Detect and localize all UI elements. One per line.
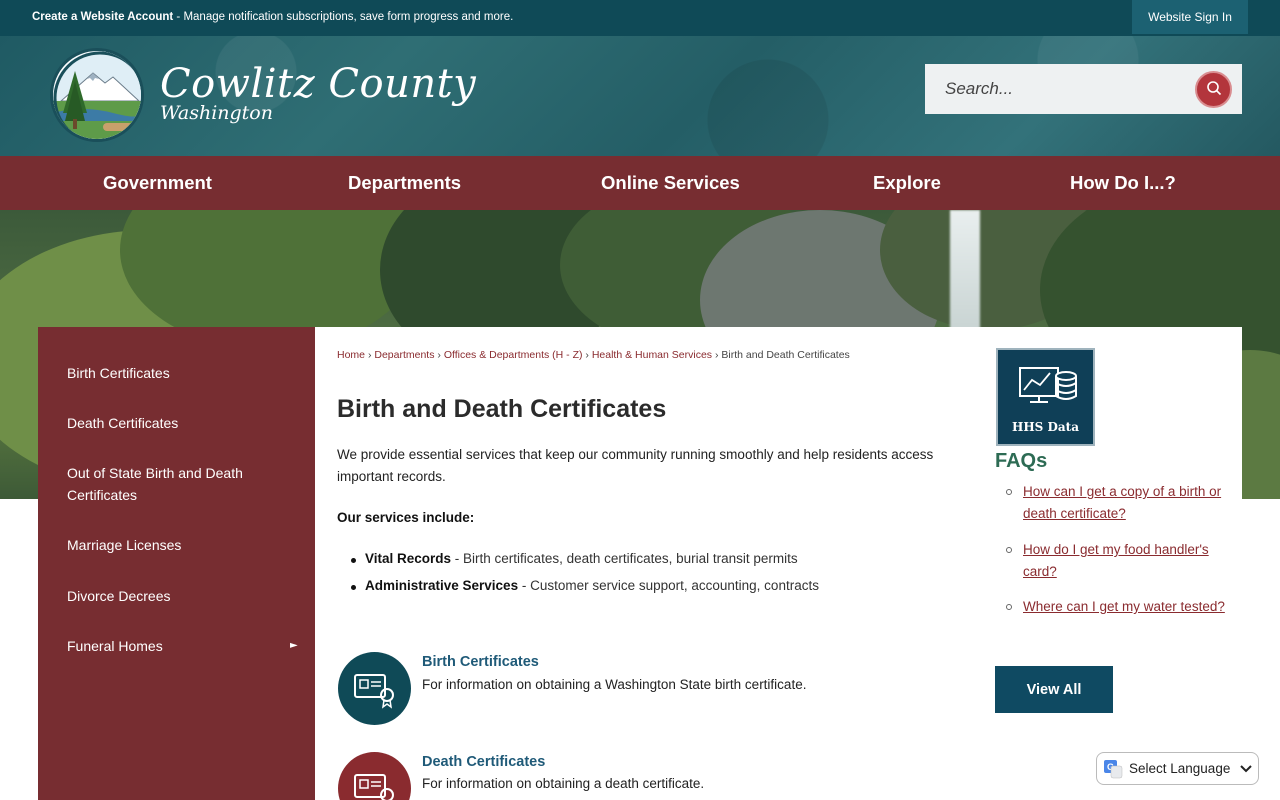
services-heading: Our services include:	[337, 510, 475, 525]
service-item-vital-records: Vital Records - Birth certificates, deat…	[351, 551, 798, 566]
nav-departments[interactable]: Departments	[348, 156, 461, 210]
birth-certificates-description: For information on obtaining a Washingto…	[422, 677, 807, 692]
sidebar-item-out-of-state-certificates[interactable]: Out of State Birth and Death Certificate…	[67, 462, 297, 506]
death-certificate-icon[interactable]	[338, 752, 411, 800]
site-logo-text[interactable]: Cowlitz County Washington	[160, 58, 476, 124]
breadcrumb-home[interactable]: Home	[337, 349, 365, 361]
hhs-data-label: HHS Data	[1011, 420, 1080, 434]
nav-how-do-i[interactable]: How Do I...?	[1070, 156, 1176, 210]
intro-text: We provide essential services that keep …	[337, 447, 934, 484]
sidebar-item-divorce-decrees[interactable]: Divorce Decrees	[67, 585, 297, 607]
birth-certificates-link[interactable]: Birth Certificates	[422, 654, 539, 670]
top-bar: Create a Website Account - Manage notifi…	[0, 0, 1280, 36]
search-button[interactable]	[1195, 71, 1232, 108]
hhs-data-button[interactable]: HHS Data	[996, 348, 1095, 446]
nav-explore[interactable]: Explore	[873, 156, 941, 210]
faqs-heading: FAQs	[995, 450, 1048, 472]
nav-government[interactable]: Government	[103, 156, 212, 210]
search-icon	[1206, 80, 1222, 100]
chevron-down-icon	[1240, 764, 1253, 773]
death-certificates-link[interactable]: Death Certificates	[422, 754, 545, 770]
faq-link-food-handler[interactable]: How do I get my food handler's card?	[1023, 539, 1228, 583]
faq-link-birth-death-copy[interactable]: How can I get a copy of a birth or death…	[1023, 481, 1228, 525]
breadcrumb-offices-h-z[interactable]: Offices & Departments (H - Z)	[444, 349, 583, 361]
county-seal-logo[interactable]	[50, 48, 144, 142]
breadcrumb-health-human-services[interactable]: Health & Human Services	[592, 349, 712, 361]
sidebar-item-funeral-homes[interactable]: Funeral Homes	[67, 635, 297, 657]
page-title: Birth and Death Certificates	[337, 395, 667, 423]
search-box	[925, 64, 1242, 114]
website-sign-in-button[interactable]: Website Sign In	[1132, 0, 1248, 34]
view-all-button[interactable]: View All	[995, 666, 1113, 713]
birth-certificate-icon[interactable]	[338, 652, 411, 725]
breadcrumb: Home › Departments › Offices & Departmen…	[337, 349, 850, 361]
google-translate-icon: G	[1103, 759, 1123, 779]
sidebar-item-marriage-licenses[interactable]: Marriage Licenses	[67, 534, 297, 556]
breadcrumb-current: Birth and Death Certificates	[721, 349, 850, 361]
site-header: Cowlitz County Washington	[0, 36, 1280, 156]
expand-arrow-icon[interactable]: ►	[290, 640, 298, 651]
create-account-description: - Manage notification subscriptions, sav…	[173, 11, 514, 23]
sidebar-item-birth-certificates[interactable]: Birth Certificates	[67, 362, 297, 384]
search-input[interactable]	[925, 64, 1185, 114]
sidebar-item-death-certificates[interactable]: Death Certificates	[67, 412, 297, 434]
language-selector-label: Select Language	[1129, 761, 1231, 776]
create-account-link[interactable]: Create a Website Account	[32, 11, 173, 23]
faq-link-water-tested[interactable]: Where can I get my water tested?	[1023, 596, 1228, 618]
nav-online-services[interactable]: Online Services	[601, 156, 740, 210]
sidebar-navigation: Birth Certificates Death Certificates Ou…	[38, 327, 315, 800]
main-navigation: Government Departments Online Services E…	[0, 156, 1280, 210]
create-account-message: Create a Website Account - Manage notifi…	[32, 11, 513, 23]
breadcrumb-departments[interactable]: Departments	[374, 349, 434, 361]
language-selector[interactable]: G Select Language	[1096, 752, 1259, 785]
death-certificates-description: For information on obtaining a death cer…	[422, 776, 705, 791]
service-item-administrative: Administrative Services - Customer servi…	[351, 578, 819, 593]
